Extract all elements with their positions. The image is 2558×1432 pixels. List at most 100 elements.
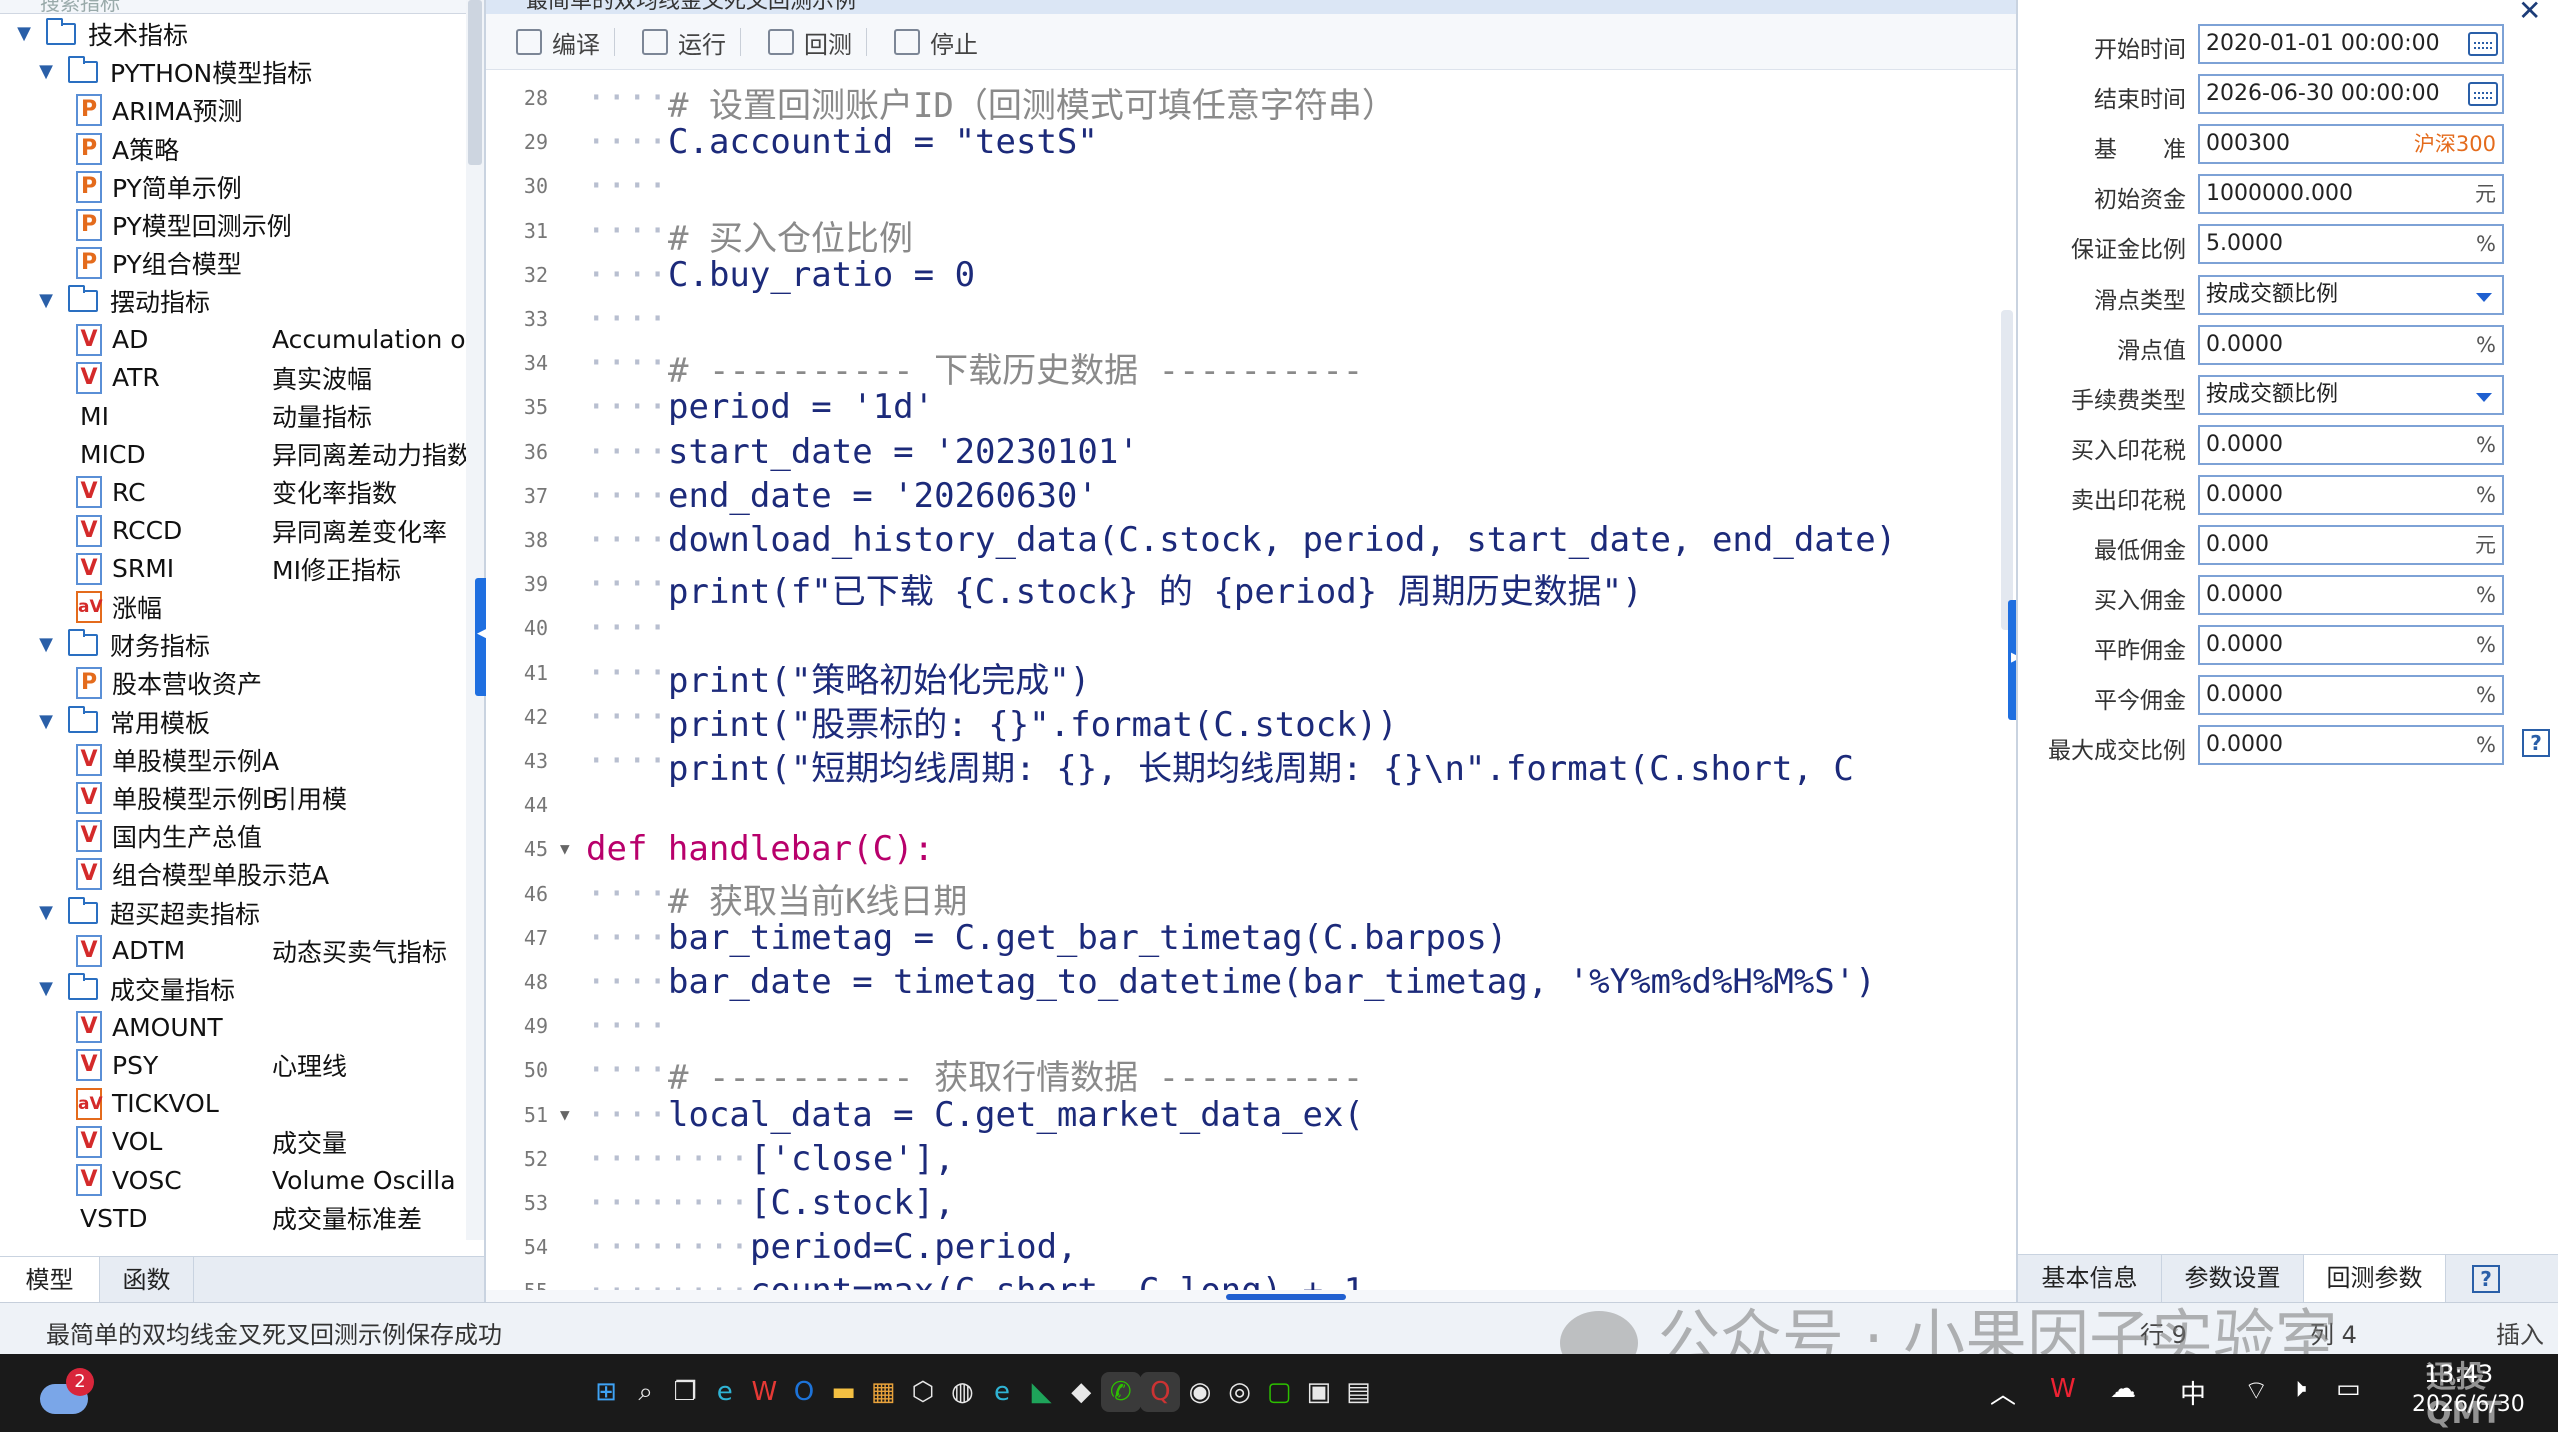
tree-item[interactable]: MI 动量指标 <box>0 397 470 435</box>
wps-icon[interactable]: W <box>744 1372 784 1412</box>
code-line[interactable]: 42 ···· print("股票标的: {}".format(C.stock)) <box>486 693 1996 745</box>
stop-button[interactable]: 停止 <box>894 24 978 60</box>
task-view-icon[interactable]: ❐ <box>665 1372 705 1412</box>
windows-start-icon[interactable]: ⊞ <box>586 1372 626 1412</box>
compile-button[interactable]: 编译 <box>516 24 600 60</box>
tree-folder[interactable]: ▼ 超买超卖指标 <box>0 894 470 932</box>
code-line[interactable]: 51 ▼ ···· local_data = C.get_market_data_ex… <box>486 1091 1996 1135</box>
tree-item[interactable]: aV 涨幅 <box>0 588 470 626</box>
tree-item[interactable]: P PY组合模型 <box>0 244 470 282</box>
param-dropdown[interactable]: 按成交额比例 <box>2198 274 2504 315</box>
tree-item[interactable]: V RC 变化率指数 <box>0 473 470 511</box>
tree-item[interactable]: P PY简单示例 <box>0 168 470 206</box>
tree-folder[interactable]: ▼ 常用模板 <box>0 703 470 741</box>
code-line[interactable]: 36 ···· start_date = '20230101' <box>486 428 1996 472</box>
clock-date[interactable]: 2026/6/30 <box>2412 1392 2525 1417</box>
wifi-icon[interactable]: ⌔ <box>2244 1374 2268 1407</box>
tree-item[interactable]: V 单股模型示例B 引用模 <box>0 779 470 817</box>
code-line[interactable]: 35 ···· period = '1d' <box>486 383 1996 427</box>
tree-item[interactable]: V ATR 真实波幅 <box>0 359 470 397</box>
app-wechat-work-icon[interactable]: ▢ <box>1259 1372 1299 1412</box>
code-line[interactable]: 29 ···· C.accountid = "testS" <box>486 118 1996 162</box>
param-input[interactable]: 0.0000% <box>2198 424 2504 465</box>
code-line[interactable]: 48 ···· bar_date = timetag_to_datetime(bar… <box>486 958 1996 1002</box>
param-input[interactable]: 0.0000% <box>2198 324 2504 365</box>
expand-arrow-icon[interactable]: ▼ <box>36 635 56 655</box>
editor-scrollbar-thumb[interactable] <box>2001 310 2013 630</box>
code-line[interactable]: 31 ···· # 买入仓位比例 <box>486 207 1996 259</box>
wechat-icon[interactable]: ✆ <box>1100 1372 1141 1412</box>
cloud-sync-icon[interactable]: ☁ <box>2110 1374 2136 1404</box>
keyboard-icon[interactable] <box>2468 32 2498 56</box>
tree-search-input[interactable]: 搜索指标 <box>0 0 484 14</box>
code-line[interactable]: 49 ···· <box>486 1002 1996 1046</box>
app-search2-icon[interactable]: ◎ <box>1220 1372 1260 1412</box>
chevron-down-icon[interactable] <box>2476 392 2492 402</box>
tree-item[interactable]: VSTD 成交量标准差 <box>0 1199 470 1237</box>
battery-icon[interactable]: ▭ <box>2336 1374 2361 1404</box>
param-input[interactable]: 0.0000% <box>2198 625 2504 666</box>
search-icon[interactable]: ⌕ <box>626 1372 666 1412</box>
code-text-area[interactable]: 28 ···· # 设置回测账户ID（回测模式可填任意字符串） 29 ···· C.acc… <box>486 70 1996 1290</box>
param-dropdown[interactable]: 按成交额比例 <box>2198 374 2504 415</box>
outlook-icon[interactable]: O <box>784 1372 824 1412</box>
tree-folder[interactable]: ▼ PYTHON模型指标 <box>0 53 470 91</box>
param-input[interactable]: 000300 沪深300 <box>2198 124 2504 165</box>
tree-item[interactable]: V VOSC Volume Oscilla <box>0 1161 470 1199</box>
backtest-button[interactable]: 回测 <box>768 24 852 60</box>
tree-item[interactable]: V AD Accumulation or <box>0 321 476 359</box>
browser-globe-icon[interactable]: ◍ <box>942 1372 982 1412</box>
tree-item[interactable]: V 单股模型示例A <box>0 741 470 779</box>
code-line[interactable]: 53 ········ [C.stock], <box>486 1179 1996 1223</box>
tree-folder[interactable]: ▼ 技术指标 <box>0 15 470 53</box>
param-input[interactable]: 5.0000% <box>2198 224 2504 265</box>
edge-dev-icon[interactable]: e <box>982 1372 1022 1412</box>
code-line[interactable]: 46 ···· # 获取当前K线日期 <box>486 870 1996 922</box>
volume-icon[interactable]: 🕨 <box>2290 1374 2306 1405</box>
tree-item[interactable]: V 组合模型单股示范A <box>0 855 470 893</box>
ime-indicator[interactable]: 中 <box>2180 1374 2206 1411</box>
editor-hscroll-thumb[interactable] <box>1226 1294 1346 1300</box>
param-input[interactable]: 0.0000% <box>2198 675 2504 716</box>
code-line[interactable]: 37 ···· end_date = '20260630' <box>486 472 1996 516</box>
tree-item[interactable]: MICD 异同离差动力指数 <box>0 435 472 473</box>
expand-arrow-icon[interactable]: ▼ <box>14 24 34 44</box>
code-line[interactable]: 54 ········ period=C.period, <box>486 1223 1996 1267</box>
app-notes-icon[interactable]: ▤ <box>1338 1372 1378 1412</box>
expand-arrow-icon[interactable]: ▼ <box>36 291 56 311</box>
code-line[interactable]: 33 ···· <box>486 295 1996 339</box>
tree-item[interactable]: P PY模型回测示例 <box>0 206 470 244</box>
app-tool-icon[interactable]: ▣ <box>1299 1372 1339 1412</box>
app-copilot-icon[interactable]: ◆ <box>1061 1372 1101 1412</box>
code-line[interactable]: 50 ···· # ---------- 获取行情数据 ---------- <box>486 1046 1996 1098</box>
keyboard-icon[interactable] <box>2468 82 2498 107</box>
code-line[interactable]: 43 ···· print("短期均线周期: {}, 长期均线周期: {}\n".f… <box>486 737 1996 789</box>
param-input[interactable]: 1000000.000 元 <box>2198 174 2504 215</box>
weather-widget[interactable]: 2 <box>40 1368 94 1416</box>
param-input[interactable]: 0.000 元 <box>2198 525 2504 565</box>
tree-item[interactable]: V 国内生产总值 <box>0 817 470 855</box>
tree-folder[interactable]: ▼ 财务指标 <box>0 626 470 664</box>
param-input[interactable]: 0.0000% <box>2198 725 2504 766</box>
help-icon[interactable]: ? <box>2522 729 2550 758</box>
expand-arrow-icon[interactable]: ▼ <box>36 979 56 999</box>
file-explorer-icon[interactable]: ▬ <box>824 1372 864 1412</box>
edge-icon[interactable]: e <box>705 1372 745 1412</box>
app-panda-icon[interactable]: ◉ <box>1180 1372 1220 1412</box>
code-line[interactable]: 40 ···· <box>486 604 1996 648</box>
code-line[interactable]: 55 ········count=max(C.short, C.long) + 1… <box>486 1267 1996 1290</box>
code-line[interactable]: 44 <box>486 781 1996 825</box>
code-line[interactable]: 32 ···· C.buy_ratio = 0 <box>486 251 1996 295</box>
close-icon[interactable]: ✕ <box>2518 0 2541 27</box>
param-input[interactable]: 2020-01-01 00:00:00 <box>2198 24 2504 64</box>
fold-toggle-icon[interactable]: ▼ <box>560 839 570 858</box>
chevron-down-icon[interactable] <box>2476 292 2492 302</box>
tree-folder[interactable]: ▼ 成交量指标 <box>0 970 470 1008</box>
tree-folder[interactable]: ▼ 摆动指标 <box>0 282 470 320</box>
tree-item[interactable]: V RCCD 异同离差变化率 <box>0 512 470 550</box>
run-button[interactable]: 运行 <box>642 24 726 60</box>
tab-functions[interactable]: 函数 <box>100 1257 194 1302</box>
tree-item[interactable]: P ARIMA预测 <box>0 91 470 129</box>
code-line[interactable]: 30 ···· <box>486 162 1996 206</box>
tree-item[interactable]: P A策略 <box>0 130 470 168</box>
